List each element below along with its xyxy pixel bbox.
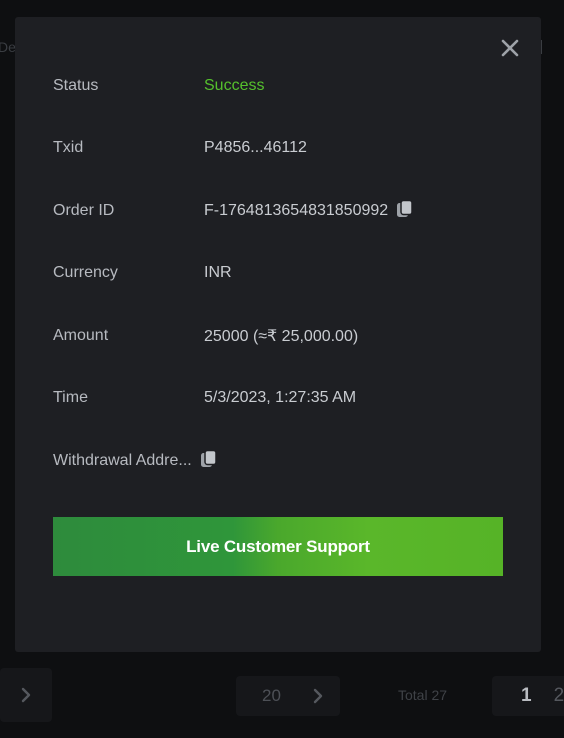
field-order-id: Order ID F-1764813654831850992 xyxy=(53,199,414,222)
page-number-current[interactable]: 1 xyxy=(521,685,532,707)
field-label: Amount xyxy=(53,327,109,344)
close-icon xyxy=(501,39,519,57)
pagination-pages: 1 2 xyxy=(492,676,564,716)
field-label: Time xyxy=(53,389,88,406)
field-status: Status Success xyxy=(53,75,264,97)
time-value: 5/3/2023, 1:27:35 AM xyxy=(204,389,357,406)
transaction-details-modal: Status Success Txid P4856...46112 Order … xyxy=(15,17,541,652)
field-amount: Amount 25000 (≈₹ 25,000.00) xyxy=(53,325,358,347)
field-currency: Currency INR xyxy=(53,262,232,284)
field-withdrawal-address: Withdrawal Addre... xyxy=(53,449,218,471)
field-label: Txid xyxy=(53,139,84,156)
pagination-prev-button[interactable] xyxy=(0,668,52,722)
withdrawal-address-label: Withdrawal Addre... xyxy=(53,452,192,469)
copy-icon[interactable] xyxy=(396,199,414,220)
page-number[interactable]: 2 xyxy=(554,685,564,707)
order-id-value-wrap: F-1764813654831850992 xyxy=(204,199,414,221)
background-tab-fragment: De xyxy=(0,39,16,55)
chevron-right-icon xyxy=(21,687,31,703)
close-button[interactable] xyxy=(498,36,522,60)
field-txid: Txid P4856...46112 xyxy=(53,137,307,159)
chevron-right-icon xyxy=(312,685,324,712)
live-customer-support-button[interactable]: Live Customer Support xyxy=(53,517,503,576)
field-label: Currency xyxy=(53,264,118,281)
page-size-value: 20 xyxy=(262,686,281,705)
field-label: Order ID xyxy=(53,202,115,219)
status-value: Success xyxy=(204,77,265,94)
order-id-value: F-1764813654831850992 xyxy=(204,202,389,219)
copy-icon[interactable] xyxy=(200,449,218,470)
pagination-total: Total 27 xyxy=(398,687,448,703)
field-time: Time 5/3/2023, 1:27:35 AM xyxy=(53,387,356,409)
field-label: Status xyxy=(53,77,99,94)
currency-value: INR xyxy=(204,264,232,281)
txid-value: P4856...46112 xyxy=(204,139,307,156)
page-size-select[interactable]: 20 xyxy=(236,676,340,716)
amount-value: 25000 (≈₹ 25,000.00) xyxy=(204,328,359,345)
